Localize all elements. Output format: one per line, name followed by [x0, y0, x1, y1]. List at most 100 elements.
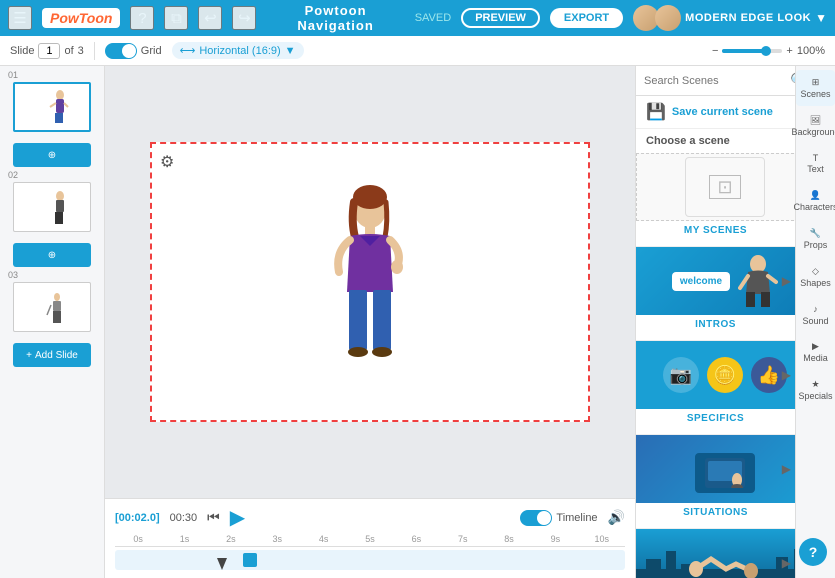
sidebar-item-text[interactable]: T Text — [796, 146, 835, 182]
background-icon: 🖼 — [810, 116, 821, 126]
characters-icon: 👤 — [810, 191, 821, 201]
scene-category-situations: ▶ SITUATIONS — [636, 435, 795, 529]
add-slide-between-btn[interactable]: ⊕ — [13, 143, 91, 167]
sidebar-item-shapes[interactable]: ◇ Shapes — [796, 259, 835, 295]
play-button[interactable]: ▶ — [230, 505, 245, 530]
timeline-controls: [00:02.0] 00:30 ⏮ ▶ Timeline 🔊 — [115, 505, 625, 530]
sidebar-item-background[interactable]: 🖼 Background — [796, 108, 835, 144]
add-slide-button[interactable]: + Add Slide — [13, 343, 91, 367]
top-navigation: ☰ PowToon ? ⧉ ↩ ↪ Powtoon Navigation SAV… — [0, 0, 835, 36]
saved-indicator: SAVED — [415, 12, 451, 24]
situations-thumbnail[interactable] — [636, 435, 795, 503]
playhead[interactable] — [217, 558, 227, 570]
zoom-slider[interactable] — [722, 49, 782, 53]
scene-placeholder: ⊡ — [685, 157, 765, 217]
sidebar-item-props[interactable]: 🔧 Props — [796, 221, 835, 257]
choose-scene-label: Choose a scene — [636, 129, 795, 153]
redo-icon[interactable]: ↪ — [232, 6, 256, 30]
coin-icon: 🪙 — [707, 357, 743, 393]
step-back-button[interactable]: ⏮ — [207, 509, 220, 526]
timeline-track[interactable] — [115, 550, 625, 570]
slide-item: ⊕ 02 — [0, 136, 104, 236]
settings-icon[interactable]: ⚙ — [160, 152, 174, 172]
help-button[interactable]: ? — [799, 538, 827, 566]
profile-dropdown-icon[interactable]: ▼ — [815, 11, 827, 25]
situations-label: SITUATIONS — [636, 503, 795, 522]
slide-thumb-1[interactable] — [13, 82, 91, 132]
specials-icon: ★ — [811, 380, 819, 390]
situations-thumb[interactable]: ▶ — [636, 435, 795, 503]
canvas-wrapper: ⚙ — [105, 66, 635, 498]
sound-icon: ♪ — [813, 305, 818, 315]
right-sidebar: ⊞ Scenes 🖼 Background T Text 👤 Character… — [795, 66, 835, 578]
timeline-switch[interactable] — [520, 510, 552, 526]
slide-indicator: Slide of 3 — [10, 43, 84, 59]
profile-area[interactable]: MODERN EDGE LOOK ▼ — [633, 5, 827, 31]
sidebar-item-scenes[interactable]: ⊞ Scenes — [796, 70, 835, 106]
scene-category-intros: welcome ▶ INTROS — [636, 247, 795, 341]
search-input[interactable] — [644, 75, 786, 87]
undo-icon[interactable]: ↩ — [198, 6, 222, 30]
slide-number-input[interactable] — [38, 43, 60, 59]
scenes-icon: ⊞ — [812, 78, 820, 88]
current-time: [00:02.0] — [115, 512, 160, 524]
specifics-label: SPECIFICS — [636, 409, 795, 428]
character-figure[interactable] — [325, 182, 415, 382]
add-slide-item: + Add Slide — [0, 336, 104, 374]
canvas-area: ⚙ — [105, 66, 635, 578]
concepts-thumb[interactable]: ▶ — [636, 529, 795, 578]
save-scene-button[interactable]: 💾 Save current scene — [636, 96, 795, 129]
volume-icon[interactable]: 🔊 — [608, 509, 625, 526]
intro-thumbnail[interactable]: welcome — [636, 247, 795, 315]
grid-switch[interactable] — [105, 43, 137, 59]
aspect-selector[interactable]: ⟷ Horizontal (16:9) ▼ — [172, 42, 304, 59]
grid-toggle[interactable]: Grid — [105, 43, 162, 59]
scene-category-concepts: ▶ CONCEPTS — [636, 529, 795, 578]
timeline-toggle[interactable]: Timeline — [520, 510, 597, 526]
template-name: MODERN EDGE LOOK — [685, 12, 811, 24]
total-time: 00:30 — [170, 512, 198, 524]
specifics-thumb[interactable]: 📷 🪙 👍 ▶ — [636, 341, 795, 409]
intros-arrow: ▶ — [782, 274, 791, 288]
slide-thumb-3[interactable] — [13, 282, 91, 332]
scene-category-specifics: 📷 🪙 👍 ▶ SPECIFICS — [636, 341, 795, 435]
specifics-arrow: ▶ — [782, 368, 791, 382]
layers-icon[interactable]: ⧉ — [164, 6, 188, 30]
concepts-arrow: ▶ — [782, 556, 791, 570]
text-icon: T — [813, 154, 819, 164]
app-logo: PowToon — [42, 8, 120, 28]
scene-scroll: ⊡ MY SCENES welcome — [636, 153, 795, 578]
sidebar-item-media[interactable]: ▶ Media — [796, 334, 835, 370]
intro-person-svg — [738, 254, 778, 309]
slide-item: 01 — [0, 66, 104, 136]
preview-button[interactable]: PREVIEW — [461, 8, 540, 28]
intros-thumb[interactable]: welcome ▶ — [636, 247, 795, 315]
track-item[interactable] — [243, 553, 257, 567]
slide-item: ⊕ 03 — [0, 236, 104, 336]
help-icon[interactable]: ? — [130, 6, 154, 30]
zoom-control: − + 100% — [712, 45, 825, 57]
main-area: 01 ⊕ 02 — [0, 66, 835, 578]
media-icon: ▶ — [812, 342, 819, 352]
concepts-thumbnail[interactable] — [636, 529, 795, 578]
intros-label: INTROS — [636, 315, 795, 334]
situations-arrow: ▶ — [782, 462, 791, 476]
nav-title: Powtoon Navigation — [266, 3, 404, 33]
export-button[interactable]: EXPORT — [550, 8, 623, 28]
sidebar-item-sound[interactable]: ♪ Sound — [796, 297, 835, 333]
my-scenes-placeholder: ⊡ — [636, 153, 795, 221]
shapes-icon: ◇ — [812, 267, 819, 277]
specifics-thumbnail[interactable]: 📷 🪙 👍 — [636, 341, 795, 409]
add-slide-between-btn2[interactable]: ⊕ — [13, 243, 91, 267]
timeline: [00:02.0] 00:30 ⏮ ▶ Timeline 🔊 0s 1s 2s … — [105, 498, 635, 578]
menu-icon[interactable]: ☰ — [8, 6, 32, 30]
toolbar: Slide of 3 Grid ⟷ Horizontal (16:9) ▼ − … — [0, 36, 835, 66]
camera-icon: 📷 — [663, 357, 699, 393]
canvas[interactable]: ⚙ — [150, 142, 590, 422]
sidebar-item-specials[interactable]: ★ Specials — [796, 372, 835, 408]
divider — [94, 42, 95, 60]
sidebar-item-characters[interactable]: 👤 Characters — [796, 183, 835, 219]
slide-thumb-2[interactable] — [13, 182, 91, 232]
scene-category-my-scenes: ⊡ MY SCENES — [636, 153, 795, 247]
right-panel: 🔍 💾 Save current scene Choose a scene ⊡ … — [635, 66, 835, 578]
